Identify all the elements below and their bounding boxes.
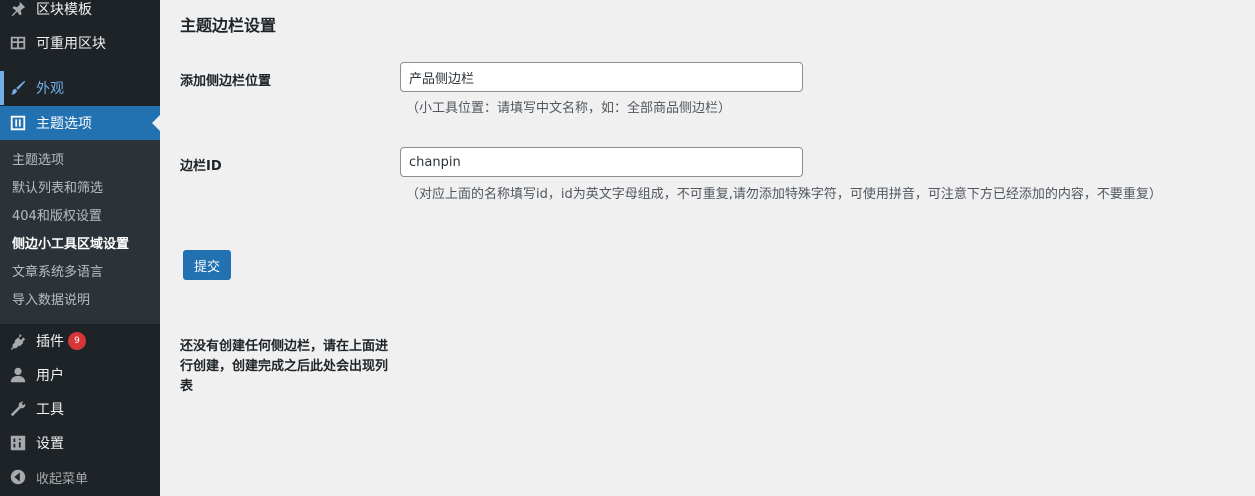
submenu-item-import-data[interactable]: 导入数据说明 (12, 287, 90, 315)
theme-options-submenu: 主题选项 默认列表和筛选 404和版权设置 侧边小工具区域设置 文章系统多语言 … (0, 140, 160, 324)
submenu-item-sidebar-widget-settings[interactable]: 侧边小工具区域设置 (12, 231, 129, 259)
user-icon (8, 365, 28, 385)
menu-item-reusable-blocks[interactable]: 可重用区块 (0, 26, 160, 60)
page-title: 主题边栏设置 (180, 16, 277, 35)
menu-item-tools[interactable]: 工具 (0, 392, 160, 426)
sidebar-id-input[interactable] (400, 147, 803, 177)
update-count-badge: 9 (68, 332, 86, 350)
sidebar-name-input[interactable] (400, 62, 803, 92)
submenu-item-404-copyright[interactable]: 404和版权设置 (12, 203, 102, 231)
empty-sidebar-notice: 还没有创建任何侧边栏，请在上面进行创建，创建完成之后此处会出现列表 (180, 339, 389, 394)
menu-item-label: 可重用区块 (36, 36, 106, 52)
main-content: 主题边栏设置 添加侧边栏位置 （小工具位置：请填写中文名称，如：全部商品侧边栏）… (160, 0, 1255, 496)
submit-button[interactable]: 提交 (183, 250, 231, 280)
sidebar-id-label: 边栏ID (180, 159, 222, 174)
theme-options-icon (8, 113, 28, 133)
menu-item-collapse[interactable]: 收起菜单 (0, 460, 160, 494)
menu-item-label: 插件 (36, 334, 64, 350)
submenu-item-default-list-filter[interactable]: 默认列表和筛选 (12, 175, 103, 203)
sidebar-id-description: （对应上面的名称填写id，id为英文字母组成，不可重复,请勿添加特殊字符，可使用… (406, 187, 1162, 202)
collapse-icon (8, 467, 28, 487)
menu-item-plugins[interactable]: 插件 9 (0, 324, 160, 358)
menu-item-label: 用户 (36, 368, 64, 384)
menu-item-label: 工具 (36, 402, 64, 418)
menu-item-theme-options[interactable]: 主题选项 (0, 106, 160, 140)
menu-item-label: 主题选项 (36, 116, 92, 132)
sidebar-name-description: （小工具位置：请填写中文名称，如：全部商品侧边栏） (406, 101, 732, 116)
menu-item-label: 设置 (36, 436, 64, 452)
menu-item-label: 收起菜单 (36, 471, 89, 487)
plugin-icon (8, 331, 28, 351)
submenu-item-article-multilanguage[interactable]: 文章系统多语言 (12, 259, 103, 287)
menu-item-block-templates[interactable]: 区块模板 (0, 0, 160, 26)
menu-item-settings[interactable]: 设置 (0, 426, 160, 460)
menu-item-label: 外观 (36, 81, 64, 97)
submenu-item-theme-options[interactable]: 主题选项 (12, 147, 64, 175)
admin-sidebar: 区块模板 可重用区块 外观 主题选项 主题选项 默认列表和筛选 404和版权设置… (0, 0, 160, 496)
brush-icon (8, 78, 28, 98)
settings-icon (8, 433, 28, 453)
pin-icon (8, 0, 28, 19)
table-icon (8, 33, 28, 53)
menu-item-appearance[interactable]: 外观 (0, 71, 160, 105)
sidebar-name-label: 添加侧边栏位置 (180, 74, 272, 89)
menu-item-users[interactable]: 用户 (0, 358, 160, 392)
menu-item-label: 区块模板 (36, 2, 92, 18)
wrench-icon (8, 399, 28, 419)
